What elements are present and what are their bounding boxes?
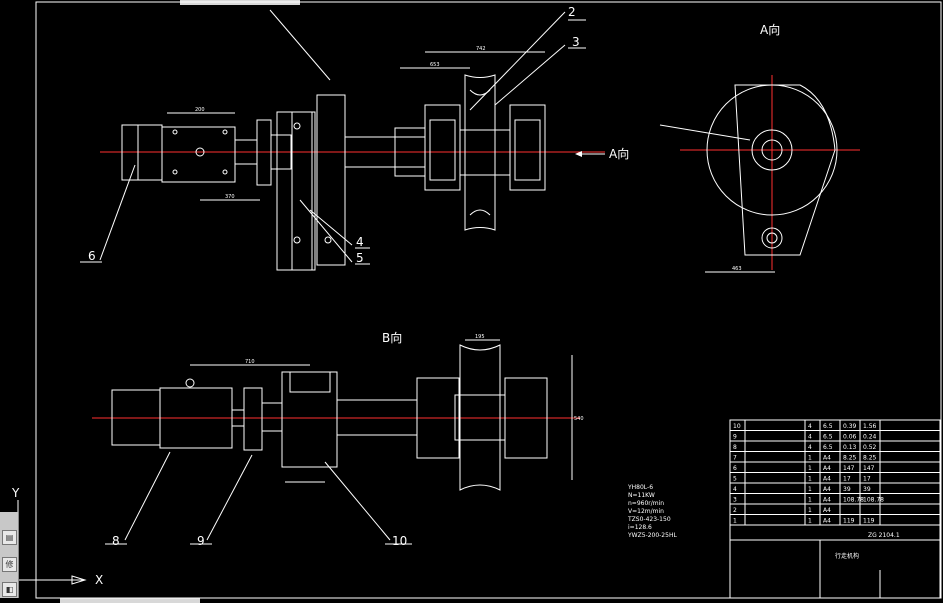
table-cell-qty: 1 — [808, 518, 812, 525]
toolbar-button-1[interactable]: ▤ — [2, 530, 17, 545]
left-toolbar: ▤ 修 ◧ — [0, 512, 19, 598]
table-cell-w2: 119 — [863, 518, 875, 525]
table-cell-qty: 4 — [808, 444, 812, 451]
balloon-2: 2 — [568, 5, 576, 19]
table-cell-no: 2 — [733, 507, 737, 514]
table-cell-w2: 8.25 — [863, 455, 877, 462]
svg-text:YWZ5-200-25HL: YWZ5-200-25HL — [627, 532, 677, 539]
arrow-a-label: A向 — [609, 146, 629, 161]
table-cell-mat: A4 — [823, 486, 831, 493]
svg-text:653: 653 — [430, 62, 440, 68]
toolbar-button-3[interactable]: ◧ — [2, 582, 17, 597]
svg-text:n=960r/min: n=960r/min — [628, 500, 664, 507]
svg-text:742: 742 — [476, 46, 486, 52]
table-cell-mat: 6.5 — [823, 423, 833, 430]
table-cell-w2: 0.52 — [863, 444, 877, 451]
table-cell-w1: 8.25 — [843, 455, 857, 462]
view-b-title: B向 — [382, 330, 402, 345]
table-cell-qty: 1 — [808, 465, 812, 472]
view-a-title: A向 — [760, 22, 780, 37]
table-cell-no: 6 — [733, 465, 737, 472]
view-a: 463 — [659, 75, 860, 273]
svg-text:710: 710 — [245, 359, 255, 365]
table-cell-w1: 108.78 — [843, 497, 864, 504]
table-cell-no: 9 — [733, 434, 737, 441]
table-cell-w2: 108.78 — [863, 497, 884, 504]
table-cell-w1: 39 — [843, 486, 851, 493]
table-cell-qty: 1 — [808, 497, 812, 504]
table-cell-qty: 1 — [808, 476, 812, 483]
balloon-3: 3 — [572, 35, 580, 49]
table-cell-mat: A4 — [823, 507, 831, 514]
svg-text:YH80L-6: YH80L-6 — [627, 484, 653, 491]
table-cell-mat: A4 — [823, 518, 831, 525]
main-view: 742 653 200 370 — [80, 9, 605, 271]
balloon-9: 9 — [197, 534, 205, 548]
svg-text:540: 540 — [574, 416, 584, 422]
table-cell-w1: 147 — [843, 465, 855, 472]
balloon-4: 4 — [356, 235, 364, 249]
table-cell-qty: 1 — [808, 455, 812, 462]
table-cell-qty: 1 — [808, 486, 812, 493]
table-cell-w2: 39 — [863, 486, 871, 493]
ucs-x-label: X — [95, 573, 103, 587]
balloon-5: 5 — [356, 251, 364, 265]
table-cell-w1: 119 — [843, 518, 855, 525]
svg-text:N=11KW: N=11KW — [628, 492, 655, 499]
table-cell-w2: 147 — [863, 465, 875, 472]
svg-text:i=128.6: i=128.6 — [628, 524, 652, 531]
parts-table-rows: 10 4 6.5 0.39 1.56 9 4 6.5 0.06 0.24 8 4 6.5 0.13 0.52… — [730, 423, 940, 526]
table-cell-w1: 0.39 — [843, 423, 857, 430]
drawing-number: ZG 2104.1 — [868, 532, 900, 539]
table-cell-no: 1 — [733, 518, 737, 525]
table-cell-w1: 0.06 — [843, 434, 857, 441]
table-cell-w1: 17 — [843, 476, 851, 483]
title-block-name: 行走机构 — [835, 552, 859, 560]
table-cell-mat: 6.5 — [823, 434, 833, 441]
parts-table — [729, 419, 941, 599]
table-cell-no: 5 — [733, 476, 737, 483]
table-cell-mat: A4 — [823, 455, 831, 462]
table-cell-w2: 17 — [863, 476, 871, 483]
table-cell-qty: 4 — [808, 423, 812, 430]
table-cell-w1: 0.13 — [843, 444, 857, 451]
table-cell-mat: A4 — [823, 465, 831, 472]
table-cell-no: 3 — [733, 497, 737, 504]
table-cell-no: 7 — [733, 455, 737, 462]
svg-text:200: 200 — [195, 107, 205, 113]
svg-text:195: 195 — [475, 334, 485, 340]
toolbar-button-2[interactable]: 修 — [2, 557, 17, 572]
svg-text:V=12m/min: V=12m/min — [628, 508, 664, 515]
table-cell-qty: 4 — [808, 434, 812, 441]
balloon-10: 10 — [392, 534, 407, 548]
ucs-y-label: Y — [11, 486, 20, 500]
table-cell-mat: A4 — [823, 497, 831, 504]
ucs-icon — [17, 500, 87, 585]
svg-text:370: 370 — [225, 194, 235, 200]
table-cell-mat: A4 — [823, 476, 831, 483]
table-cell-no: 10 — [733, 423, 741, 430]
table-cell-w2: 0.24 — [863, 434, 877, 441]
table-cell-qty: 1 — [808, 507, 812, 514]
svg-text:463: 463 — [732, 266, 742, 272]
table-cell-w2: 1.56 — [863, 423, 877, 430]
table-cell-no: 8 — [733, 444, 737, 451]
svg-text:TZS0-423-150: TZS0-423-150 — [627, 516, 671, 523]
table-cell-no: 4 — [733, 486, 737, 493]
cad-drawing-canvas[interactable]: 742 653 200 370 2 3 4 5 6 A向 A向 463 B向 7… — [0, 0, 943, 603]
balloon-6: 6 — [88, 249, 96, 263]
tech-specs-block: YH80L-6 N=11KW n=960r/min V=12m/min TZS0… — [627, 484, 677, 539]
table-cell-mat: 6.5 — [823, 444, 833, 451]
view-b: 710 195 540 — [92, 334, 584, 545]
balloon-8: 8 — [112, 534, 120, 548]
